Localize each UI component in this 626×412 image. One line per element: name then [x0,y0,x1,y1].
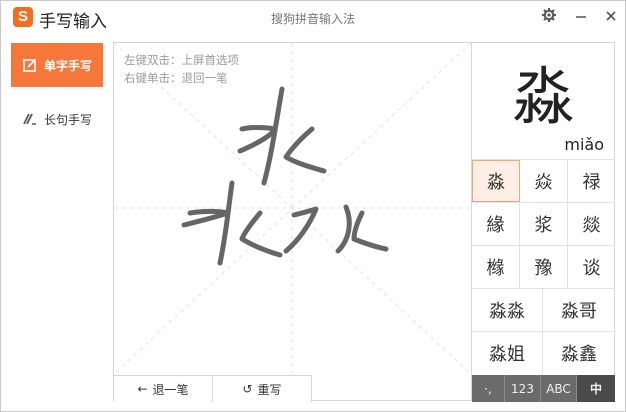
candidate-item[interactable]: 豫 [520,246,568,288]
canvas-guides [114,43,471,374]
handwritten-strokes [181,86,389,266]
candidate-item[interactable]: 谈 [568,246,615,288]
gear-icon [541,7,557,23]
candidate-item[interactable]: 橼 [472,246,520,288]
sidebar: 单字手写 长句手写 [11,43,103,403]
candidate-panel: 淼 miǎo 淼 焱 禄 緣 浆 燚 橼 豫 谈 淼淼 淼哥 淼姐 淼鑫 ·, … [472,42,615,402]
candidate-row: 橼 豫 谈 [472,245,615,288]
minimize-icon [576,16,586,18]
sentence-icon [22,111,38,127]
undo-stroke-label: 退一笔 [152,382,189,397]
candidate-grid: 淼 焱 禄 緣 浆 燚 橼 豫 谈 淼淼 淼哥 淼姐 淼鑫 [472,159,615,374]
candidate-row: 淼姐 淼鑫 [472,331,615,374]
candidate-item[interactable]: 淼淼 [472,289,543,331]
handwriting-window: S 手写输入 搜狗拼音输入法 单字手写 长句手写 左键双击：上屏首选项 右键单击… [0,0,626,412]
candidate-item[interactable]: 緣 [472,203,520,245]
app-title: 手写输入 [39,12,107,32]
candidate-item[interactable]: 淼姐 [472,332,543,374]
rewrite-button[interactable]: ↺ 重写 [213,376,312,402]
sidebar-item-label: 单字手写 [43,58,92,73]
candidate-row: 淼 焱 禄 [472,159,615,202]
preview-character: 淼 [512,60,575,133]
sidebar-item-single-char[interactable]: 单字手写 [11,43,103,87]
rewrite-label: 重写 [257,382,282,397]
undo-stroke-button[interactable]: ← 退一笔 [114,376,213,402]
candidate-item[interactable]: 淼哥 [543,289,615,331]
hint-right-click: 右键单击：退回一笔 [124,71,228,85]
candidate-row: 淼淼 淼哥 [472,288,615,331]
close-button[interactable] [601,8,621,28]
mode-numbers-button[interactable]: 123 [505,375,541,402]
close-icon [606,11,616,21]
mode-chinese-button[interactable]: 中 [577,375,615,402]
sidebar-item-label: 长句手写 [43,112,92,127]
mode-punctuation-button[interactable]: ·, [472,375,505,402]
canvas-toolbar: ← 退一笔 ↺ 重写 [114,375,312,402]
refresh-icon: ↺ [242,382,253,396]
arrow-left-icon: ← [137,382,148,396]
input-mode-bar: ·, 123 ABC 中 [472,375,615,402]
settings-button[interactable] [539,7,559,28]
handwriting-canvas[interactable]: 左键双击：上屏首选项 右键单击：退回一笔 ← 退一笔 ↺ 重写 [113,42,472,402]
hint-double-click: 左键双击：上屏首选项 [124,53,239,67]
candidate-item[interactable]: 焱 [520,160,568,202]
candidate-item[interactable]: 浆 [520,203,568,245]
candidate-item[interactable]: 燚 [568,203,615,245]
single-char-icon [22,57,38,73]
preview-pinyin: miǎo [564,135,604,154]
candidate-item[interactable]: 淼鑫 [543,332,615,374]
sidebar-item-sentence[interactable]: 长句手写 [11,97,103,141]
sogou-logo-icon: S [13,7,33,27]
mode-letters-button[interactable]: ABC [541,375,577,402]
minimize-button[interactable] [571,8,591,28]
candidate-item[interactable]: 淼 [472,160,520,202]
candidate-row: 緣 浆 燚 [472,202,615,245]
title-bar: S 手写输入 搜狗拼音输入法 [1,1,625,35]
candidate-item[interactable]: 禄 [568,160,615,202]
